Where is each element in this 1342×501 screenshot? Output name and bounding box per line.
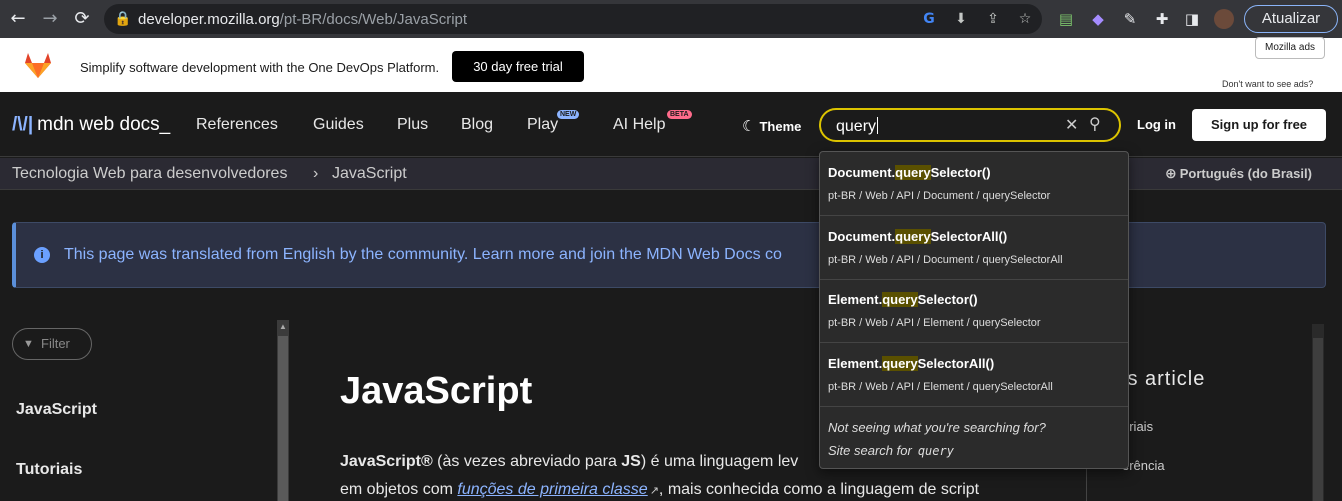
filter-input[interactable]: ▼ Filter [12, 328, 92, 360]
result-path: pt-BR / Web / API / Element / querySelec… [828, 317, 1041, 329]
nav-ai-help[interactable]: AI Help [613, 116, 665, 134]
side-panel-icon[interactable]: ◨ [1182, 9, 1202, 29]
free-trial-button[interactable]: 30 day free trial [452, 51, 584, 82]
search-result-item[interactable]: Document.querySelector() pt-BR / Web / A… [820, 152, 1128, 216]
page-scrollbar[interactable] [1312, 324, 1324, 501]
breadcrumb-item[interactable]: Tecnologia Web para desenvolvedores [12, 165, 287, 183]
theme-toggle[interactable]: ☾ Theme [742, 117, 801, 135]
search-result-item[interactable]: Document.querySelectorAll() pt-BR / Web … [820, 216, 1128, 280]
globe-icon: ⊕ [1165, 166, 1177, 182]
filter-funnel-icon: ▼ [23, 338, 34, 350]
search-icon[interactable]: ⚲ [1089, 114, 1101, 133]
puzzle-extensions-icon[interactable]: ✚ [1152, 9, 1172, 29]
forward-icon[interactable]: → [38, 7, 62, 31]
nav-plus[interactable]: Plus [397, 116, 428, 134]
info-icon: i [34, 247, 50, 263]
bookmark-star-icon[interactable]: ☆ [1016, 10, 1034, 28]
scroll-up-icon[interactable]: ▲ [279, 322, 287, 331]
intro-paragraph: JavaScript® (às vezes abreviado para JS)… [340, 453, 799, 470]
new-badge: NEW [557, 110, 580, 119]
search-result-item[interactable]: Element.querySelectorAll() pt-BR / Web /… [820, 343, 1128, 407]
extension-ai-icon[interactable]: ◆ [1088, 9, 1108, 29]
nav-references[interactable]: References [196, 116, 278, 134]
external-link-icon: ↗ [649, 485, 659, 497]
login-link[interactable]: Log in [1137, 117, 1176, 132]
result-title: Element.querySelector() [828, 292, 978, 307]
result-title: Document.querySelector() [828, 165, 991, 180]
nav-guides[interactable]: Guides [313, 116, 364, 134]
clear-icon[interactable]: ✕ [1065, 115, 1078, 135]
moon-icon: ☾ [742, 117, 756, 135]
mdn-m-icon: /\/| [12, 114, 34, 135]
mozilla-ads-badge[interactable]: Mozilla ads [1255, 37, 1325, 59]
back-icon[interactable]: ← [6, 7, 30, 31]
toc-title: is article [1122, 368, 1206, 390]
page-scroll-thumb[interactable] [1313, 338, 1323, 501]
address-bar[interactable]: 🔒 developer.mozilla.org/pt-BR/docs/Web/J… [104, 4, 1042, 34]
dont-want-ads-link[interactable]: Don't want to see ads? [1222, 79, 1313, 89]
language-switcher[interactable]: ⊕ Português (do Brasil) [1165, 166, 1312, 182]
sidebar-scroll-thumb[interactable] [278, 336, 288, 501]
result-path: pt-BR / Web / API / Document / querySele… [828, 254, 1063, 266]
share-icon[interactable]: ⇪ [984, 10, 1002, 28]
sidebar-scrollbar[interactable]: ▲ [277, 320, 289, 501]
result-path: pt-BR / Web / API / Document / querySele… [828, 190, 1051, 202]
signup-button[interactable]: Sign up for free [1192, 109, 1326, 141]
text-caret [877, 117, 879, 134]
breadcrumb-item[interactable]: JavaScript [332, 165, 407, 183]
notice-text[interactable]: This page was translated from English by… [64, 246, 782, 264]
gitlab-logo-icon[interactable] [24, 52, 52, 79]
intro-paragraph-line2: em objetos com funções de primeira class… [340, 481, 980, 498]
breadcrumb-separator-icon: › [313, 165, 319, 182]
search-result-item[interactable]: Element.querySelector() pt-BR / Web / AP… [820, 279, 1128, 343]
mdn-header: /\/| mdn web docs_ References Guides Plus… [0, 92, 1342, 157]
update-button[interactable]: Atualizar [1244, 5, 1338, 33]
profile-avatar-icon[interactable] [1214, 9, 1234, 29]
nav-blog[interactable]: Blog [461, 116, 493, 134]
nav-play[interactable]: Play [527, 116, 558, 134]
google-icon[interactable]: G [920, 10, 938, 28]
url-text[interactable]: developer.mozilla.org/pt-BR/docs/Web/Jav… [138, 11, 467, 28]
breadcrumb: Tecnologia Web para desenvolvedores › Ja… [0, 158, 1342, 190]
search-results-dropdown: Document.querySelector() pt-BR / Web / A… [819, 151, 1129, 469]
page-title: JavaScript [340, 370, 533, 412]
search-input[interactable]: query [836, 117, 879, 136]
sidebar-item-javascript[interactable]: JavaScript [16, 401, 97, 419]
site-search-link[interactable]: Site search for query [828, 443, 954, 458]
mdn-logo[interactable]: /\/| mdn web docs_ [12, 114, 170, 136]
browser-toolbar: ← → ⟳ 🔒 developer.mozilla.org/pt-BR/docs… [0, 0, 1342, 38]
eyedropper-icon[interactable]: ✎ [1120, 9, 1140, 29]
result-title: Element.querySelectorAll() [828, 356, 995, 371]
search-box[interactable]: query ✕ ⚲ [819, 108, 1121, 142]
install-icon[interactable]: ⬇ [952, 10, 970, 28]
beta-badge: BETA [667, 110, 692, 119]
result-title: Document.querySelectorAll() [828, 229, 1008, 244]
sidebar-item-tutoriais[interactable]: Tutoriais [16, 461, 82, 479]
lock-icon[interactable]: 🔒 [114, 10, 132, 28]
extension-sheet-icon[interactable]: ▤ [1056, 9, 1076, 29]
not-seeing-text: Not seeing what you're searching for? [828, 420, 1046, 435]
first-class-functions-link[interactable]: funções de primeira classe [457, 481, 647, 498]
result-path: pt-BR / Web / API / Element / querySelec… [828, 381, 1053, 393]
ad-text[interactable]: Simplify software development with the O… [80, 60, 439, 75]
ad-banner: Simplify software development with the O… [0, 38, 1342, 92]
reload-icon[interactable]: ⟳ [70, 7, 94, 31]
